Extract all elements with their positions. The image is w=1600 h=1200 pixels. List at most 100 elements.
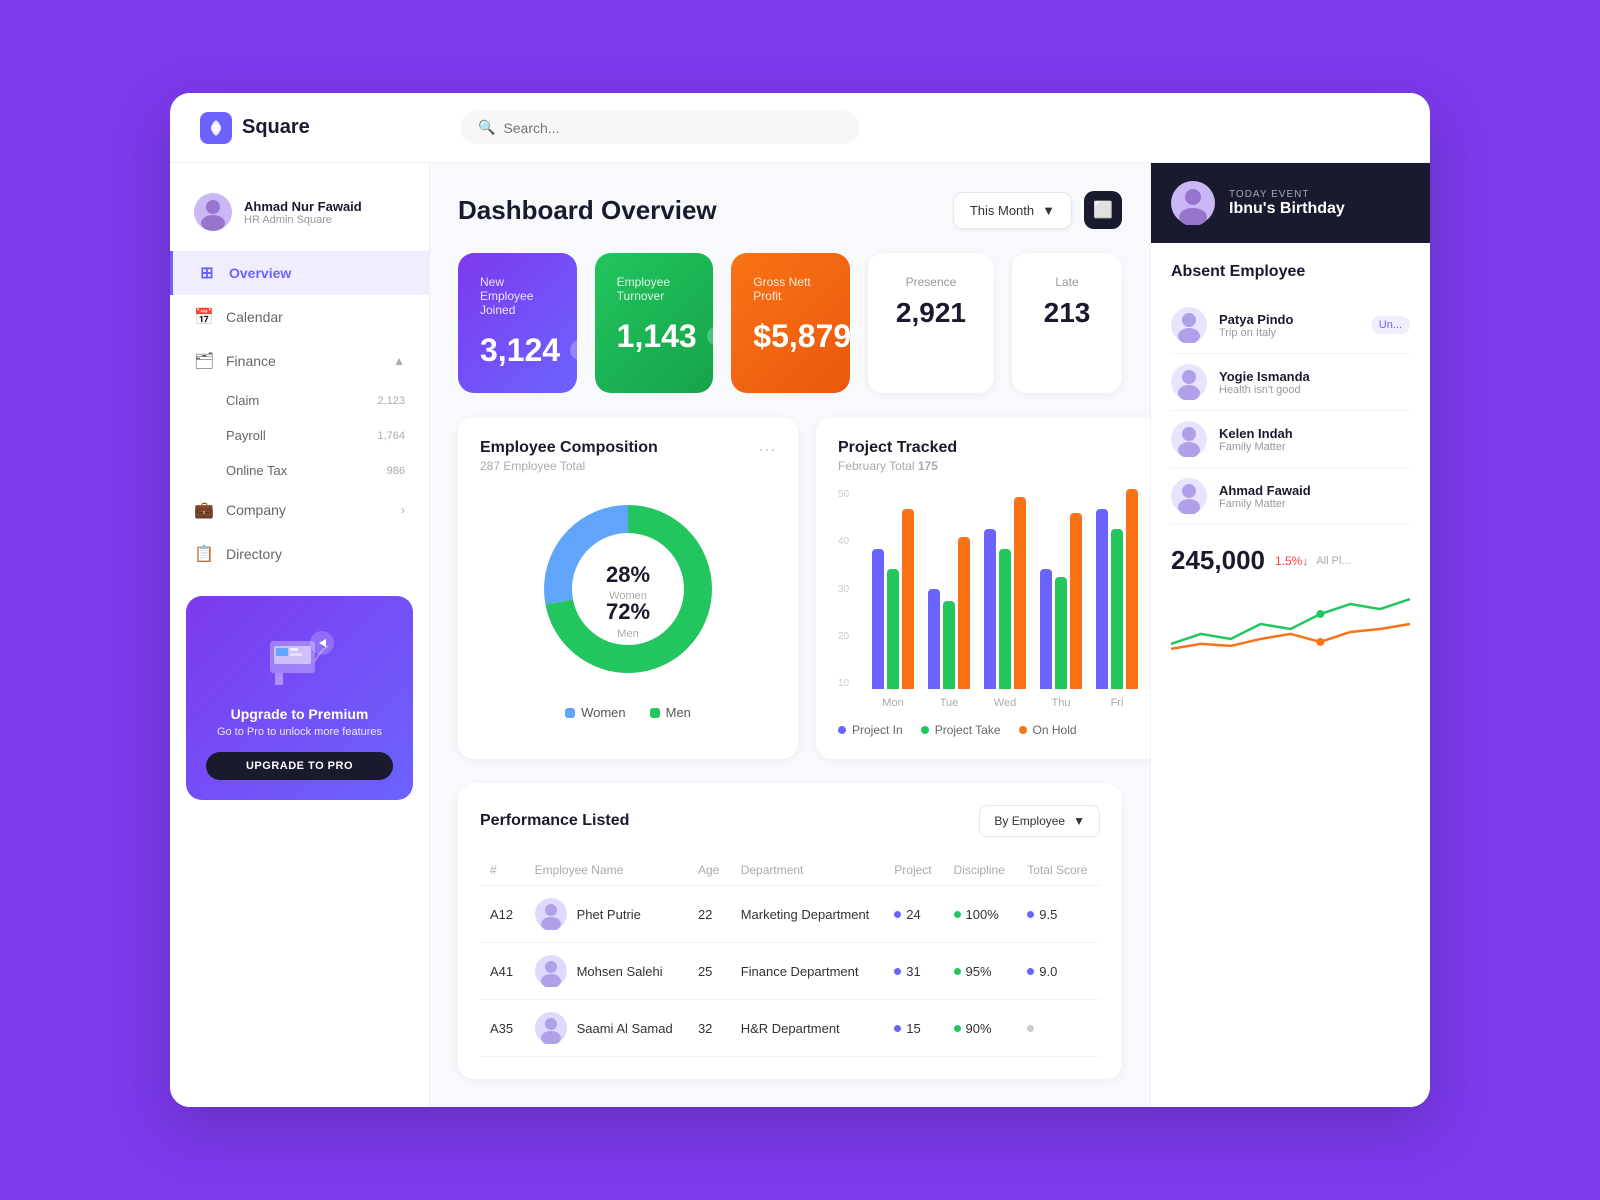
logo-area: Square: [200, 112, 460, 144]
sidebar-finance-label: Finance: [226, 353, 276, 369]
presence-value: 2,921: [896, 297, 966, 329]
stats-row: New Employee Joined 3,124 +2.5% ↑ Employ…: [458, 253, 1122, 393]
legend-women: Women: [565, 705, 626, 720]
user-info: Ahmad Nur Fawaid HR Admin Square: [244, 199, 362, 226]
sub-item-payroll[interactable]: Payroll 1,764: [226, 418, 405, 453]
user-role: HR Admin Square: [244, 214, 362, 226]
bar-thu-take: [1055, 577, 1067, 689]
emp-avatar: [535, 898, 567, 930]
col-age: Age: [688, 855, 731, 886]
sidebar-item-calendar[interactable]: 📅 Calendar: [170, 295, 429, 339]
bar-group-tue: [928, 537, 970, 689]
presence-label: Presence: [896, 275, 966, 289]
row-project: 24: [884, 886, 943, 943]
stat-label-0: New Employee Joined: [480, 275, 555, 317]
absent-name: Patya Pindo: [1219, 312, 1293, 327]
legend-project-take: Project Take: [921, 723, 1001, 737]
finance-submenu: Claim 2,123 Payroll 1,764 Online Tax 986: [170, 383, 429, 488]
sidebar-item-finance[interactable]: 🗂 Finance ▲: [170, 339, 429, 383]
absent-title: Absent Employee: [1171, 263, 1410, 281]
absent-reason: Family Matter: [1219, 441, 1293, 453]
y-axis: 5040302010: [838, 489, 849, 689]
donut-legend: Women Men: [565, 705, 691, 720]
emp-name: Mohsen Salehi: [577, 964, 663, 979]
row-discipline: 100%: [944, 886, 1018, 943]
dot-hold: [1019, 726, 1027, 734]
women-label: Women: [581, 705, 626, 720]
search-bar[interactable]: 🔍: [460, 111, 860, 144]
bar-group-wed: [984, 497, 1026, 689]
disc-dot: [954, 968, 961, 975]
dot-in: [838, 726, 846, 734]
col-project: Project: [884, 855, 943, 886]
donut-menu-icon[interactable]: ···: [758, 439, 776, 460]
sidebar-item-overview[interactable]: ⊞ Overview: [170, 251, 429, 295]
day-wed: Wed: [984, 697, 1026, 709]
calendar-icon: 📅: [194, 307, 214, 327]
upgrade-title: Upgrade to Premium: [206, 706, 393, 722]
bar-thu-hold: [1070, 513, 1082, 689]
absent-avatar: [1171, 478, 1207, 514]
by-employee-button[interactable]: By Employee ▼: [979, 805, 1100, 837]
row-score: 9.5: [1017, 886, 1100, 943]
row-age: 22: [688, 886, 731, 943]
user-profile: Ahmad Nur Fawaid HR Admin Square: [170, 183, 429, 251]
dot-take: [921, 726, 929, 734]
mini-chart-section: 245,000 1.5%↓ All Pl...: [1151, 545, 1430, 689]
stat-card-turnover: Employee Turnover 1,143 +6.5% ↓: [595, 253, 714, 393]
header: Square 🔍: [170, 93, 1430, 163]
upgrade-button[interactable]: UPGRADE TO PRO: [206, 752, 393, 780]
side-stat-late: Late 213: [1012, 253, 1122, 393]
score-dot: [1027, 968, 1034, 975]
col-name: Employee Name: [525, 855, 688, 886]
performance-card: Performance Listed By Employee ▼ # Emplo…: [458, 783, 1122, 1079]
bar-wed-in: [984, 529, 996, 689]
absent-item: Ahmad Fawaid Family Matter: [1171, 468, 1410, 525]
row-project: 31: [884, 943, 943, 1000]
bar-title: Project Tracked: [838, 439, 957, 457]
table-row: A41 Mohsen Salehi 25 Finance Department: [480, 943, 1100, 1000]
avatar: [194, 193, 232, 231]
row-project: 15: [884, 1000, 943, 1057]
perf-title: Performance Listed: [480, 812, 629, 830]
day-mon: Mon: [872, 697, 914, 709]
men-label: Men: [666, 705, 691, 720]
mini-chart-badge: 1.5%↓: [1275, 554, 1308, 568]
claim-label: Claim: [226, 393, 259, 408]
absent-reason: Health isn't good: [1219, 384, 1310, 396]
this-month-button[interactable]: This Month ▼: [953, 192, 1072, 229]
svg-text:28%: 28%: [606, 562, 650, 587]
sidebar-upgrade: Upgrade to Premium Go to Pro to unlock m…: [186, 596, 413, 800]
bar-thu-in: [1040, 569, 1052, 689]
absent-reason: Family Matter: [1219, 498, 1311, 510]
sub-item-tax[interactable]: Online Tax 986: [226, 453, 405, 488]
absent-avatar: [1171, 364, 1207, 400]
sidebar-item-company[interactable]: 💼 Company ›: [170, 488, 429, 532]
mini-line-chart: [1171, 584, 1410, 664]
stat-label-1: Employee Turnover: [617, 275, 692, 303]
upgrade-desc: Go to Pro to unlock more features: [206, 726, 393, 738]
day-thu: Thu: [1040, 697, 1082, 709]
sidebar-company-label: Company: [226, 502, 286, 518]
sidebar-item-directory[interactable]: 📋 Directory: [170, 532, 429, 576]
chevron-down-icon: ▼: [1042, 203, 1055, 218]
bar-mon-take: [887, 569, 899, 689]
mini-chart-value: 245,000: [1171, 545, 1265, 576]
donut-title: Employee Composition: [480, 439, 658, 457]
bar-subtitle: February Total 175: [838, 459, 957, 473]
row-dept: Finance Department: [731, 943, 885, 1000]
search-input[interactable]: [503, 120, 842, 136]
directory-icon: 📋: [194, 544, 214, 564]
sub-item-claim[interactable]: Claim 2,123: [226, 383, 405, 418]
bar-tue-hold: [958, 537, 970, 689]
this-month-label: This Month: [970, 203, 1034, 218]
bar-fri-hold: [1126, 489, 1138, 689]
bar-wed-take: [999, 549, 1011, 689]
absent-list: Patya Pindo Trip on Italy Un... Yogie Is…: [1171, 297, 1410, 525]
export-button[interactable]: ⬜: [1084, 191, 1122, 229]
search-icon: 🔍: [478, 119, 495, 136]
sidebar-calendar-label: Calendar: [226, 309, 283, 325]
donut-subtitle: 287 Employee Total: [480, 459, 658, 473]
row-id: A12: [480, 886, 525, 943]
row-name: Saami Al Samad: [525, 1000, 688, 1057]
